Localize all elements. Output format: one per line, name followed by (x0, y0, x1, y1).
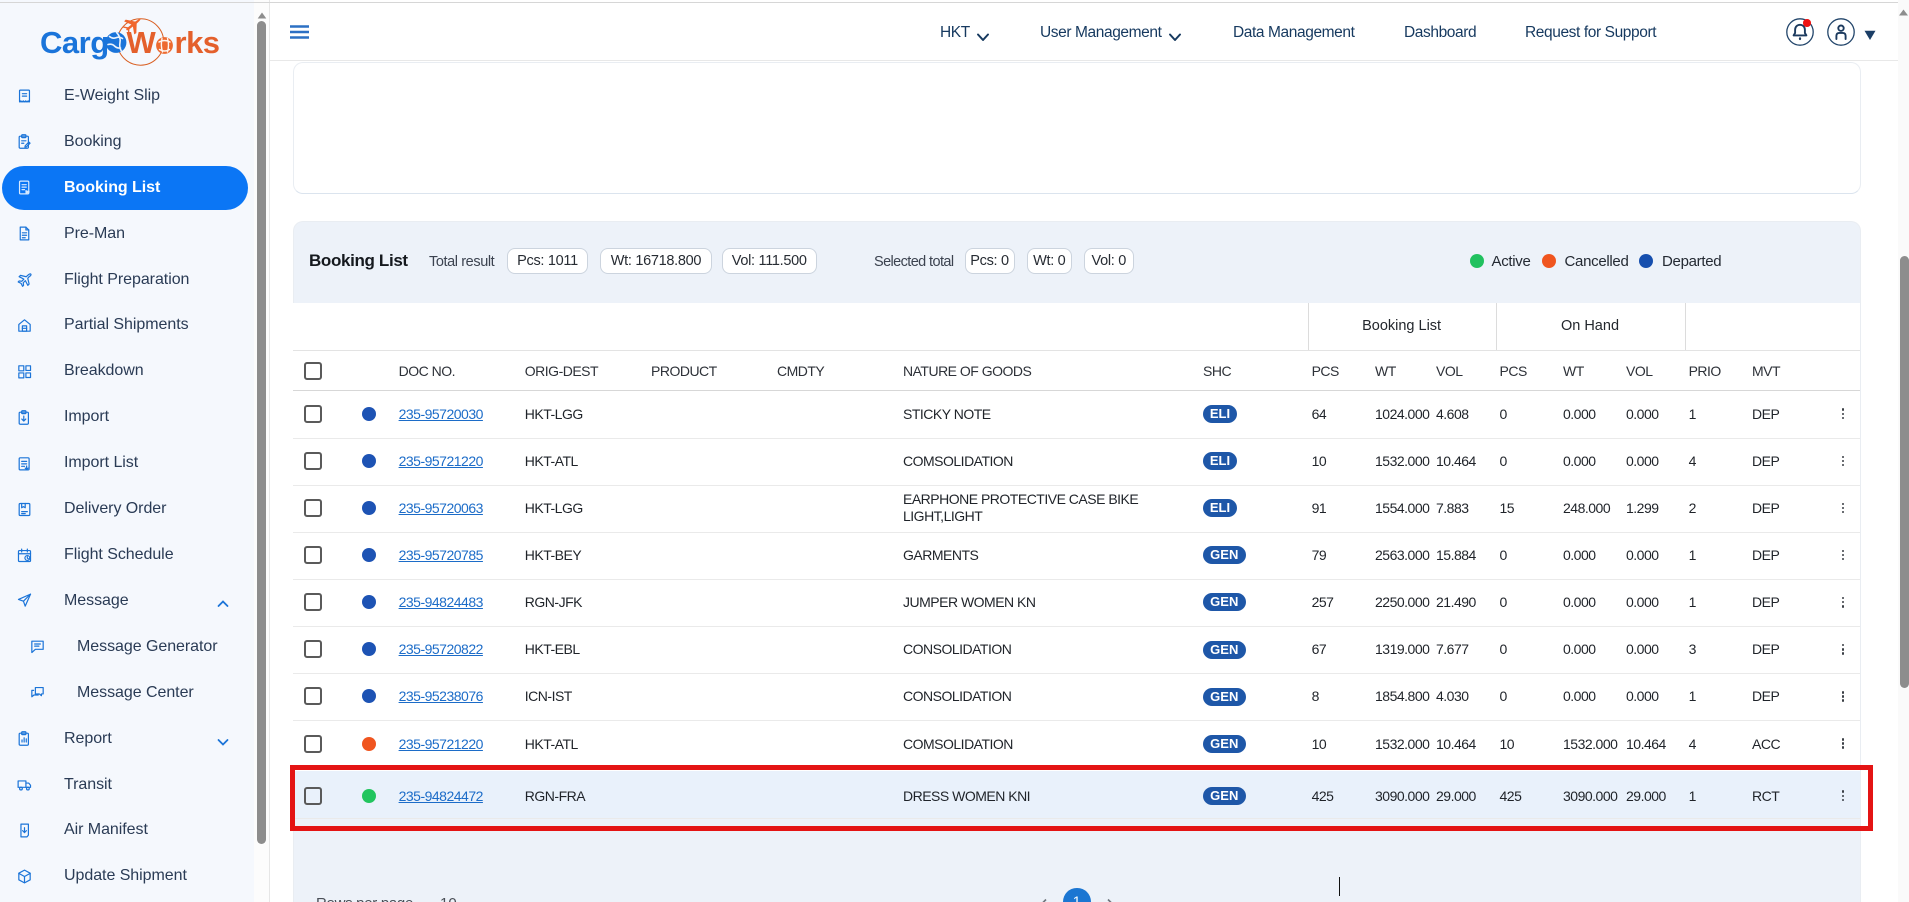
svg-text:Carg: Carg (40, 25, 109, 60)
svg-text:rks: rks (175, 25, 220, 60)
svg-text:W: W (127, 25, 157, 60)
